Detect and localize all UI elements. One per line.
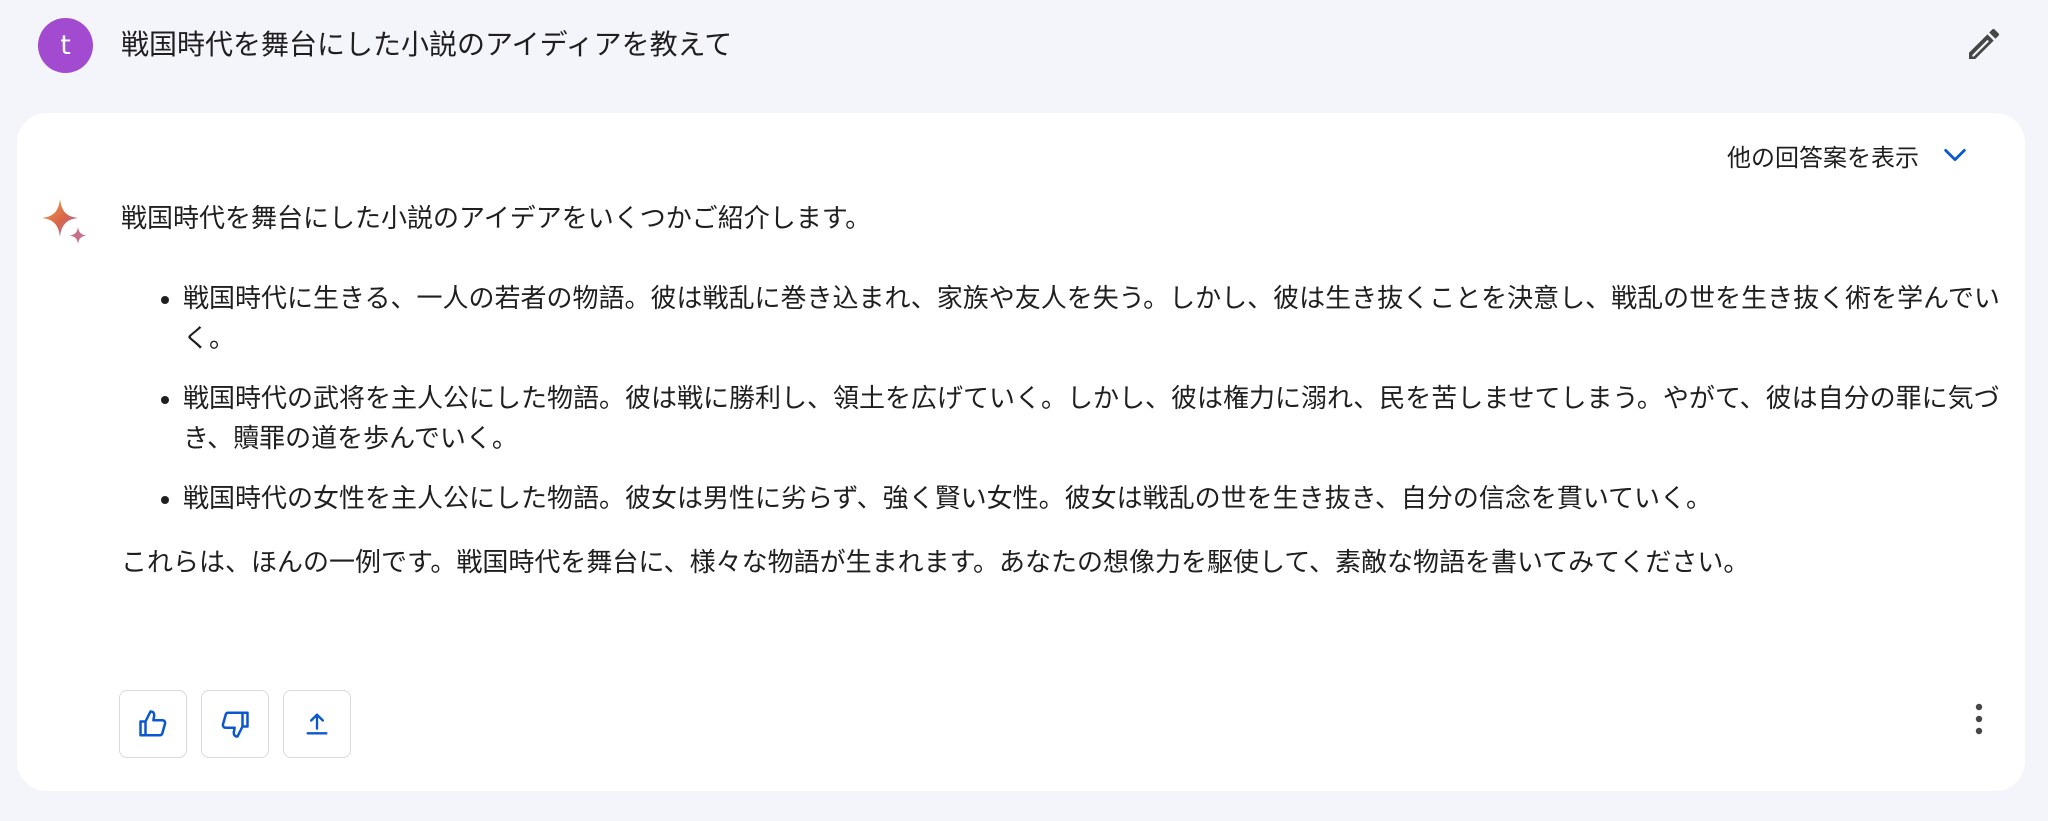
response-card: 他の回答案を表示 戦国時代を舞台にした小説のアイデアをいくつかご紹介します。 戦…: [17, 113, 2025, 791]
gemini-sparkle-icon: [42, 199, 87, 244]
thumbs-down-icon: [221, 711, 249, 738]
more-options-button[interactable]: [1957, 689, 2001, 749]
user-message: t 戦国時代を舞台にした小説のアイディアを教えて: [0, 0, 2048, 100]
user-avatar[interactable]: t: [38, 18, 93, 73]
response-body: 戦国時代を舞台にした小説のアイデアをいくつかご紹介します。 戦国時代に生きる、一…: [121, 199, 2021, 583]
user-prompt-text: 戦国時代を舞台にした小説のアイディアを教えて: [121, 28, 733, 61]
thumbs-up-icon: [139, 710, 167, 737]
list-item: 戦国時代の女性を主人公にした物語。彼女は男性に劣らず、強く賢い女性。彼女は戦乱の…: [183, 479, 2021, 519]
idea-list: 戦国時代に生きる、一人の若者の物語。彼は戦乱に巻き込まれ、家族や友人を失う。しか…: [121, 279, 2021, 519]
response-actions: [119, 690, 351, 758]
good-response-button[interactable]: [119, 690, 187, 758]
edit-prompt-button[interactable]: [1964, 24, 2004, 64]
list-item: 戦国時代の武将を主人公にした物語。彼は戦に勝利し、領土を広げていく。しかし、彼は…: [183, 379, 2021, 459]
bad-response-button[interactable]: [201, 690, 269, 758]
show-drafts-button[interactable]: 他の回答案を表示: [1727, 133, 1969, 177]
share-icon: [306, 713, 328, 735]
share-button[interactable]: [283, 690, 351, 758]
more-vert-icon: [1975, 703, 1983, 735]
pencil-icon: [1969, 28, 2000, 59]
chevron-down-icon: [1944, 148, 1966, 162]
list-item: 戦国時代に生きる、一人の若者の物語。彼は戦乱に巻き込まれ、家族や友人を失う。しか…: [183, 279, 2021, 359]
response-intro: 戦国時代を舞台にした小説のアイデアをいくつかご紹介します。: [121, 204, 872, 234]
response-outro: これらは、ほんの一例です。戦国時代を舞台に、様々な物語が生まれます。あなたの想像…: [121, 548, 1750, 578]
show-drafts-label: 他の回答案を表示: [1727, 143, 1919, 172]
